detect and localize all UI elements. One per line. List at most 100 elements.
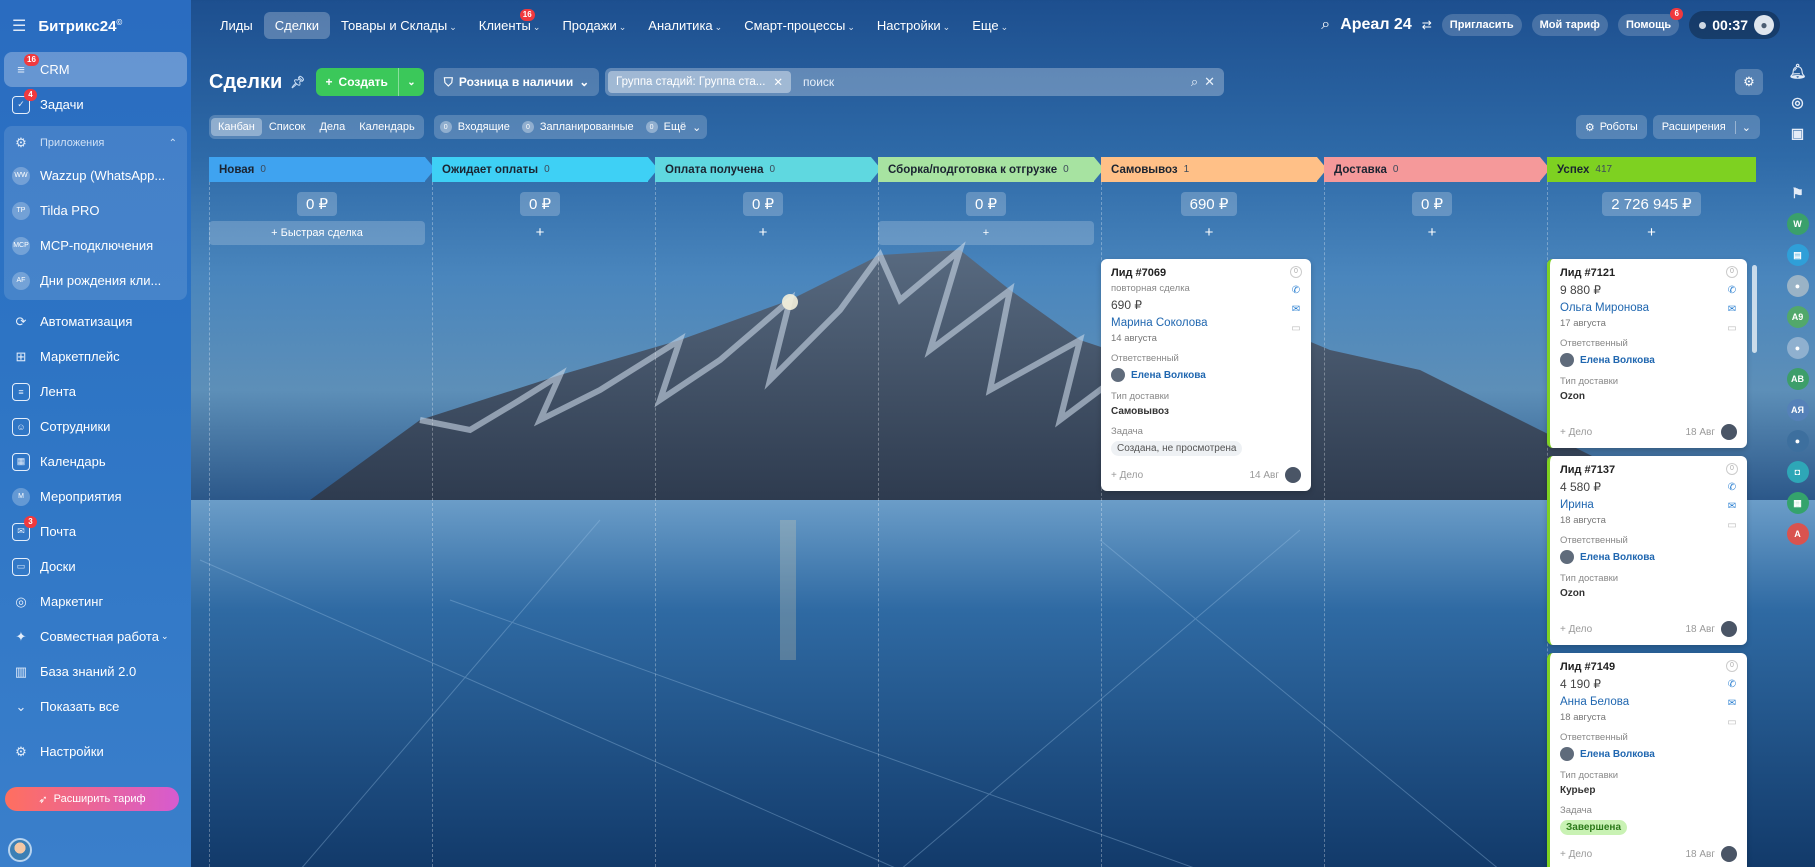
bell-icon[interactable]: 🔔︎ [1787, 60, 1809, 82]
tab-sales[interactable]: Продажи ⌄ [551, 12, 637, 39]
tab-more[interactable]: Еще ⌄ [961, 12, 1019, 39]
column-header[interactable]: Сборка/подготовка к отгрузке 0 [878, 157, 1104, 182]
sidebar-item-events[interactable]: M Мероприятия [4, 479, 187, 514]
mail-icon[interactable]: ✉ [1292, 304, 1300, 316]
tab-deals[interactable]: Сделки [263, 11, 331, 39]
column-header[interactable]: Доставка 0 [1324, 157, 1550, 182]
swap-icon[interactable]: ⇄ [1422, 18, 1432, 32]
deal-card[interactable]: 0 ✆ ✉ ▭ Лид #7137 4 580 ₽ Ирина 18 августа … [1547, 456, 1747, 645]
sidebar-item-tilda[interactable]: TP Tilda PRO [4, 193, 187, 228]
card-responsible[interactable]: Елена Волкова [1111, 368, 1301, 382]
sidebar-item-employees[interactable]: ☺ Сотрудники [4, 409, 187, 444]
add-activity-button[interactable]: + Дело [1560, 427, 1592, 438]
add-deal-button[interactable]: + [655, 221, 871, 245]
tab-smart[interactable]: Смарт-процессы ⌄ [733, 12, 866, 39]
add-activity-button[interactable]: + Дело [1111, 470, 1143, 481]
column-scrollbar[interactable] [1752, 265, 1757, 353]
card-responsible[interactable]: Елена Волкова [1560, 353, 1737, 367]
sidebar-item-knowledge[interactable]: ▥ База знаний 2.0 [4, 654, 187, 689]
mail-icon[interactable]: ✉ [1728, 698, 1736, 710]
card-responsible[interactable]: Елена Волкова [1560, 747, 1737, 761]
tab-clients[interactable]: Клиенты ⌄ 16 [468, 8, 552, 39]
card-contact[interactable]: Ольга Миронова [1560, 302, 1737, 314]
add-deal-button[interactable]: + [1324, 221, 1540, 245]
add-deal-button[interactable]: + [432, 221, 648, 245]
contact-avatar[interactable]: АЯ [1786, 399, 1809, 421]
column-header[interactable]: Самовывоз 1 [1101, 157, 1327, 182]
comment-icon[interactable]: ▭ [1291, 323, 1300, 335]
group-chat-icon[interactable]: ▤ [1786, 244, 1809, 266]
filter-chip[interactable]: Группа стадий: Группа ста... ✕ [608, 71, 792, 93]
sidebar-item-marketplace[interactable]: ⊞ Маркетплейс [4, 339, 187, 374]
counter-incoming[interactable]: 0 Входящие [439, 121, 510, 133]
add-activity-button[interactable]: + Дело [1560, 624, 1592, 635]
card-contact[interactable]: Анна Белова [1560, 696, 1737, 708]
app-avatar[interactable]: ▦ [1786, 492, 1809, 514]
phone-icon[interactable]: ✆ [1728, 679, 1736, 691]
phone-icon[interactable]: ✆ [1292, 285, 1300, 297]
add-deal-button[interactable]: + [1101, 221, 1317, 245]
contact-avatar[interactable]: ● [1786, 430, 1809, 452]
phone-icon[interactable]: ✆ [1728, 482, 1736, 494]
sidebar-item-automation[interactable]: ⟳ Автоматизация [4, 304, 187, 339]
mail-icon[interactable]: ✉ [1728, 501, 1736, 513]
contact-avatar[interactable]: А9 [1786, 306, 1809, 328]
bot-avatar[interactable]: ◘ [1786, 461, 1809, 483]
card-title[interactable]: Лид #7137 [1560, 464, 1737, 476]
contact-avatar[interactable]: ● [1786, 275, 1809, 297]
card-title[interactable]: Лид #7069 [1111, 267, 1301, 279]
tab-leads[interactable]: Лиды [209, 12, 264, 39]
sidebar-item-wazzup[interactable]: WW Wazzup (WhatsApp... [4, 158, 187, 193]
tab-goods[interactable]: Товары и Склады ⌄ [330, 12, 468, 39]
tab-settings[interactable]: Настройки ⌄ [866, 12, 961, 39]
column-header[interactable]: Ожидает оплаты 0 [432, 157, 658, 182]
add-activity-button[interactable]: + Дело [1560, 849, 1592, 860]
contact-avatar[interactable]: АВ [1786, 368, 1809, 390]
sidebar-item-collab[interactable]: ✦ Совместная работа ⌄ [4, 619, 187, 654]
card-contact[interactable]: Марина Соколова [1111, 317, 1301, 329]
sidebar-item-calendar[interactable]: ▦ Календарь [4, 444, 187, 479]
comment-icon[interactable]: ▭ [1727, 520, 1736, 532]
sidebar-item-mail[interactable]: ✉ 3 Почта [4, 514, 187, 549]
contact-avatar[interactable]: А [1786, 523, 1809, 545]
sidebar-item-birthdays[interactable]: AF Дни рождения кли... [4, 263, 187, 298]
view-kanban[interactable]: Канбан [211, 118, 262, 136]
create-main[interactable]: + Создать [316, 68, 398, 96]
deal-card[interactable]: 0 ✆ ✉ ▭ Лид #7069 повторная сделка 690 ₽ Ма… [1101, 259, 1311, 491]
deal-card[interactable]: 0 ✆ ✉ ▭ Лид #7149 4 190 ₽ Анна Белова 18 ав… [1547, 653, 1747, 867]
robots-button[interactable]: ⚙ Роботы [1575, 115, 1647, 139]
contact-avatar[interactable]: W [1786, 213, 1809, 235]
sidebar-item-crm[interactable]: ≡ 16 CRM [4, 52, 187, 87]
chat-icon[interactable]: ▣ [1787, 122, 1809, 144]
clear-icon[interactable]: ✕ [1204, 74, 1215, 90]
add-deal-button[interactable]: + [878, 221, 1094, 245]
deal-card[interactable]: 0 ✆ ✉ ▭ Лид #7121 9 880 ₽ Ольга Миронова 17… [1547, 259, 1747, 448]
card-contact[interactable]: Ирина [1560, 499, 1737, 511]
extensions-button[interactable]: Расширения ⌄ [1652, 115, 1760, 139]
create-dropdown[interactable]: ⌄ [397, 68, 424, 96]
comment-icon[interactable]: ▭ [1727, 717, 1736, 729]
tariff-button[interactable]: Мой тариф [1531, 14, 1608, 36]
upgrade-button[interactable]: ➶ Расширить тариф [5, 787, 179, 811]
help-button[interactable]: Помощь 6 [1617, 8, 1684, 36]
mail-icon[interactable]: ✉ [1728, 304, 1736, 316]
create-button[interactable]: + Создать ⌄ [315, 68, 424, 96]
view-list[interactable]: Список [262, 118, 313, 136]
search-input[interactable] [803, 75, 1191, 89]
column-header[interactable]: Новая 0 [209, 157, 435, 182]
search-filter[interactable]: Группа стадий: Группа ста... ✕ ⌕ ✕ [605, 68, 1224, 96]
add-deal-button[interactable]: + [1547, 221, 1756, 245]
close-icon[interactable]: ✕ [773, 75, 783, 89]
apps-header[interactable]: ⚙ Приложения ⌃ [4, 128, 187, 158]
counter-more[interactable]: 0 Ещё ⌄ [645, 121, 701, 134]
search-icon[interactable]: ⌕ [1321, 16, 1330, 34]
sidebar-item-marketing[interactable]: ◎ Маркетинг [4, 584, 187, 619]
sidebar-item-tasks[interactable]: ✓ 4 Задачи [4, 87, 187, 122]
view-activities[interactable]: Дела [312, 118, 352, 136]
contact-avatar[interactable]: ● [1786, 337, 1809, 359]
settings-gear-button[interactable]: ⚙ [1735, 69, 1763, 95]
work-timer[interactable]: 00:37 ● [1689, 11, 1780, 39]
tab-analytics[interactable]: Аналитика ⌄ [637, 12, 733, 39]
bookmark-icon[interactable]: ⚑ [1787, 182, 1809, 204]
sidebar-item-show-all[interactable]: ⌄ Показать все [4, 689, 187, 724]
